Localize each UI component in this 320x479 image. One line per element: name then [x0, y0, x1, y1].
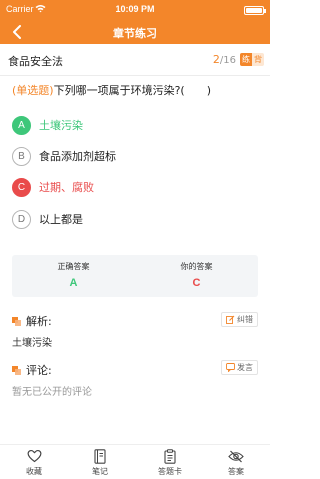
nav-bar: 章节练习 [0, 20, 270, 44]
section-marker-icon [12, 365, 21, 375]
battery-icon [244, 6, 266, 15]
question-type: (单选题) [12, 84, 54, 97]
tab-label: 答题卡 [158, 467, 182, 476]
subject-name: 食品安全法 [8, 55, 63, 68]
analysis-content: 土壤污染 [12, 338, 52, 349]
comments-title: 评论: [12, 362, 52, 378]
option-text: 以上都是 [39, 213, 83, 226]
eye-slash-icon [228, 450, 244, 462]
subject-header: 食品安全法 2/16 练 背 [0, 44, 270, 76]
correct-answer-value: A [69, 277, 78, 289]
question-progress: 2/16 [213, 53, 236, 66]
post-comment-button[interactable]: 发言 [221, 360, 258, 375]
my-answer-label: 你的答案 [180, 262, 213, 271]
tab-favorite[interactable]: 收藏 [4, 448, 64, 477]
comments-title-text: 评论: [26, 364, 52, 377]
page-title: 章节练习 [113, 27, 157, 40]
bottom-toolbar: 收藏 笔记 答题卡 答案 [0, 444, 270, 479]
option-letter: C [12, 177, 31, 197]
notebook-icon [94, 448, 106, 464]
option-b[interactable]: B 食品添加剂超标 [12, 145, 252, 167]
total-count: /16 [219, 55, 236, 66]
mode-recite-button[interactable]: 背 [252, 53, 264, 66]
option-letter: B [12, 146, 31, 166]
comments-empty: 暂无已公开的评论 [12, 387, 92, 398]
mode-practice-button[interactable]: 练 [240, 53, 252, 66]
question-stem: (单选题)下列哪一项属于环境污染?( ) [12, 82, 262, 98]
correct-answer-label: 正确答案 [57, 262, 90, 271]
report-error-button[interactable]: 纠错 [221, 312, 258, 327]
option-c[interactable]: C 过期、腐败 [12, 176, 252, 198]
section-marker-icon [12, 316, 21, 326]
status-time: 10:09 PM [115, 4, 155, 14]
tab-answer[interactable]: 答案 [206, 448, 266, 477]
current-index: 2 [212, 53, 220, 66]
post-comment-label: 发言 [237, 363, 253, 372]
heart-icon [27, 449, 41, 463]
option-text: 土壤污染 [39, 119, 83, 132]
tab-label: 答案 [228, 467, 244, 476]
clipboard-icon [164, 448, 176, 464]
tab-answer-sheet[interactable]: 答题卡 [140, 448, 200, 477]
correct-answer-block: 正确答案 A [12, 261, 135, 289]
edit-icon [226, 315, 235, 324]
mode-toggle: 练 背 [240, 53, 264, 66]
analysis-title: 解析: [12, 313, 52, 329]
option-letter: D [12, 209, 31, 229]
option-a[interactable]: A 土壤污染 [12, 114, 252, 136]
option-text: 过期、腐败 [39, 181, 94, 194]
tab-notes[interactable]: 笔记 [70, 448, 130, 477]
option-letter: A [12, 115, 31, 135]
comment-icon [226, 363, 235, 372]
status-bar: Carrier 10:09 PM [0, 0, 270, 20]
tab-label: 收藏 [26, 467, 42, 476]
question-text: 下列哪一项属于环境污染?( ) [53, 84, 212, 97]
report-error-label: 纠错 [237, 315, 253, 324]
option-d[interactable]: D 以上都是 [12, 208, 252, 230]
option-text: 食品添加剂超标 [39, 150, 116, 163]
answer-summary: 正确答案 A 你的答案 C [12, 255, 258, 297]
my-answer-block: 你的答案 C [135, 261, 258, 289]
tab-label: 笔记 [92, 467, 108, 476]
my-answer-value: C [192, 277, 201, 289]
analysis-title-text: 解析: [26, 315, 52, 328]
